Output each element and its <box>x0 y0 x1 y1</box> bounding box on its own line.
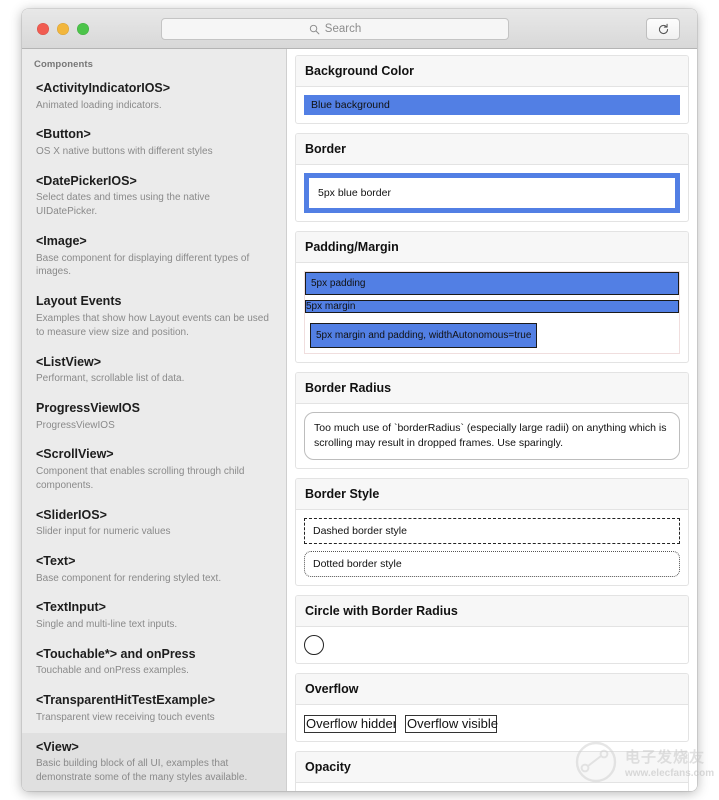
screenshot-root: Search Components <ActivityIndicatorIOS>… <box>0 0 719 800</box>
blue-background-box: Blue background <box>304 95 680 115</box>
sidebar-item-touchable[interactable]: <Touchable*> and onPress Touchable and o… <box>22 640 286 686</box>
overflow-hidden-box: Overflow hidden <box>304 715 396 733</box>
section-body: Too much use of `borderRadius` (especial… <box>296 404 688 468</box>
sidebar-item-listview[interactable]: <ListView> Performant, scrollable list o… <box>22 348 286 394</box>
sidebar-item-desc: Base component for rendering styled text… <box>36 572 272 586</box>
close-window-button[interactable] <box>37 23 49 35</box>
sidebar[interactable]: Components <ActivityIndicatorIOS> Animat… <box>22 49 287 791</box>
window-body: Components <ActivityIndicatorIOS> Animat… <box>22 49 697 791</box>
sidebar-item-desc: Performant, scrollable list of data. <box>36 372 272 386</box>
sidebar-item-transparenthittestexample[interactable]: <TransparentHitTestExample> Transparent … <box>22 686 286 732</box>
sidebar-item-button[interactable]: <Button> OS X native buttons with differ… <box>22 120 286 166</box>
sidebar-item-desc: Examples that show how Layout events can… <box>36 312 272 340</box>
sidebar-item-title: <TransparentHitTestExample> <box>36 693 272 709</box>
sidebar-item-scrollview[interactable]: <ScrollView> Component that enables scro… <box>22 440 286 500</box>
border-radius-box: Too much use of `borderRadius` (especial… <box>304 412 680 460</box>
sidebar-item-view[interactable]: <View> Basic building block of all UI, e… <box>22 733 286 791</box>
sidebar-item-desc: Component that enables scrolling through… <box>36 465 272 493</box>
sidebar-item-desc: Slider input for numeric values <box>36 525 272 539</box>
margin-and-padding-box: 5px margin and padding, widthAutonomous=… <box>310 323 537 348</box>
margin-box: 5px margin <box>305 300 679 313</box>
section-title: Padding/Margin <box>296 232 688 263</box>
sidebar-group-header-components: Components <box>22 55 286 74</box>
sidebar-item-title: <DatePickerIOS> <box>36 174 272 190</box>
section-background-color: Background Color Blue background <box>295 55 689 124</box>
section-body: Opacity 0.1 Opacity 0.3 Opacity 0.5 Opac… <box>296 783 688 791</box>
section-title: Overflow <box>296 674 688 705</box>
padding-box: 5px padding <box>305 272 679 295</box>
section-body: Dashed border style Dotted border style <box>296 510 688 585</box>
sidebar-item-desc: Single and multi-line text inputs. <box>36 618 272 632</box>
sidebar-item-desc: Animated loading indicators. <box>36 99 272 113</box>
sidebar-item-title: <Touchable*> and onPress <box>36 647 272 663</box>
padding-margin-demo-container: 5px padding 5px margin 5px margin and pa… <box>304 271 680 354</box>
sidebar-item-progressviewios[interactable]: ProgressViewIOS ProgressViewIOS <box>22 394 286 440</box>
sidebar-item-title: <View> <box>36 740 272 756</box>
overflow-visible-box: Overflow visible <box>405 715 497 733</box>
section-body: Overflow hidden Overflow visible <box>296 705 688 741</box>
margin-box-wrapper: 5px margin <box>305 300 679 313</box>
sidebar-item-title: <SliderIOS> <box>36 508 272 524</box>
section-body: Blue background <box>296 87 688 123</box>
circle-shape <box>304 635 324 655</box>
reload-icon <box>657 23 670 36</box>
sidebar-item-activityindicatorios[interactable]: <ActivityIndicatorIOS> Animated loading … <box>22 74 286 120</box>
dashed-border-box: Dashed border style <box>304 518 680 544</box>
app-window: Search Components <ActivityIndicatorIOS>… <box>22 9 697 791</box>
section-body <box>296 627 688 663</box>
sidebar-item-title: <Button> <box>36 127 272 143</box>
search-input[interactable]: Search <box>161 18 509 40</box>
sidebar-item-desc: Transparent view receiving touch events <box>36 711 272 725</box>
sidebar-item-desc: Base component for displaying different … <box>36 252 272 280</box>
traffic-lights <box>37 23 89 35</box>
reload-button[interactable] <box>646 18 680 40</box>
section-border-style: Border Style Dashed border style Dotted … <box>295 478 689 586</box>
sidebar-item-layout-events[interactable]: Layout Events Examples that show how Lay… <box>22 287 286 347</box>
section-title: Circle with Border Radius <box>296 596 688 627</box>
sidebar-item-text[interactable]: <Text> Base component for rendering styl… <box>22 547 286 593</box>
sidebar-item-desc: Select dates and times using the native … <box>36 191 272 219</box>
sidebar-item-title: <ActivityIndicatorIOS> <box>36 81 272 97</box>
sidebar-item-title: <Image> <box>36 234 272 250</box>
window-titlebar: Search <box>22 9 697 49</box>
overflow-visible-label: Overflow visible <box>407 716 498 731</box>
minimize-window-button[interactable] <box>57 23 69 35</box>
sidebar-item-desc: OS X native buttons with different style… <box>36 145 272 159</box>
section-circle-border-radius: Circle with Border Radius <box>295 595 689 664</box>
sidebar-item-desc: Touchable and onPress examples. <box>36 664 272 678</box>
search-field-wrapper: Search <box>161 18 509 40</box>
sidebar-item-title: <Text> <box>36 554 272 570</box>
sidebar-item-title: <TextInput> <box>36 600 272 616</box>
sidebar-item-desc: ProgressViewIOS <box>36 419 272 433</box>
overflow-hidden-label: Overflow hidden <box>306 716 396 731</box>
section-body: 5px padding 5px margin 5px margin and pa… <box>296 263 688 362</box>
section-padding-margin: Padding/Margin 5px padding 5px margin 5p… <box>295 231 689 363</box>
main-content[interactable]: Background Color Blue background Border … <box>287 49 697 791</box>
section-title: Border Style <box>296 479 688 510</box>
overflow-row: Overflow hidden Overflow visible <box>304 713 680 733</box>
sidebar-item-title: ProgressViewIOS <box>36 401 272 417</box>
section-title: Border <box>296 134 688 165</box>
section-title: Opacity <box>296 752 688 783</box>
sidebar-item-title: <ScrollView> <box>36 447 272 463</box>
sidebar-item-title: <ListView> <box>36 355 272 371</box>
section-title: Background Color <box>296 56 688 87</box>
section-border: Border 5px blue border <box>295 133 689 222</box>
blue-border-box: 5px blue border <box>304 173 680 213</box>
search-placeholder: Search <box>325 23 361 35</box>
sidebar-item-datepickerios[interactable]: <DatePickerIOS> Select dates and times u… <box>22 167 286 227</box>
sidebar-item-desc: Basic building block of all UI, examples… <box>36 757 272 785</box>
section-border-radius: Border Radius Too much use of `borderRad… <box>295 372 689 469</box>
sidebar-item-textinput[interactable]: <TextInput> Single and multi-line text i… <box>22 593 286 639</box>
section-overflow: Overflow Overflow hidden Overflow visibl… <box>295 673 689 742</box>
zoom-window-button[interactable] <box>77 23 89 35</box>
search-icon <box>309 24 320 35</box>
dotted-border-box: Dotted border style <box>304 551 680 577</box>
sidebar-item-title: Layout Events <box>36 294 272 310</box>
sidebar-item-image[interactable]: <Image> Base component for displaying di… <box>22 227 286 287</box>
sidebar-item-sliderios[interactable]: <SliderIOS> Slider input for numeric val… <box>22 501 286 547</box>
section-title: Border Radius <box>296 373 688 404</box>
section-body: 5px blue border <box>296 165 688 221</box>
section-opacity: Opacity Opacity 0.1 Opacity 0.3 Opacity … <box>295 751 689 791</box>
